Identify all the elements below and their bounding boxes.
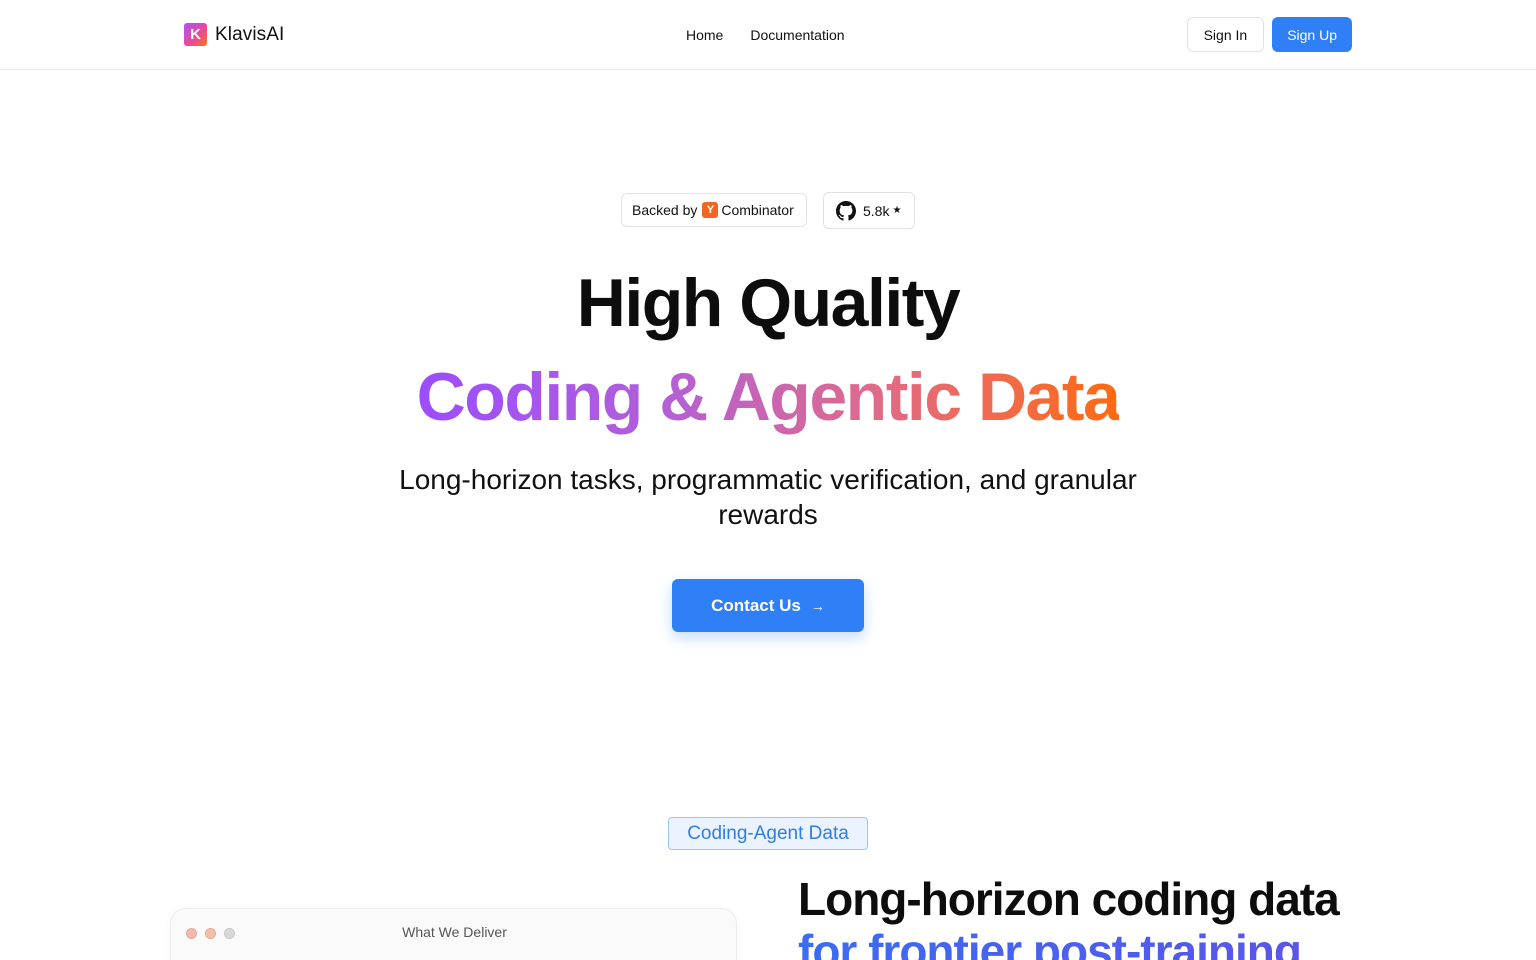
y-combinator-icon: Y xyxy=(702,202,719,218)
nav-home-link[interactable]: Home xyxy=(686,27,723,43)
section-heading-gradient: for frontier post-training xyxy=(798,924,1302,960)
section-heading-gradient-text: for frontier post-training xyxy=(798,925,1302,960)
sign-up-button[interactable]: Sign Up xyxy=(1272,17,1352,52)
github-stars-badge[interactable]: 5.8k ★ xyxy=(823,192,915,229)
nav-documentation-link[interactable]: Documentation xyxy=(750,27,844,43)
hero-subtitle: Long-horizon tasks, programmatic verific… xyxy=(399,464,1137,530)
star-icon: ★ xyxy=(892,205,902,216)
backed-by-label: Backed by xyxy=(632,202,698,218)
section-tag: Coding-Agent Data xyxy=(668,817,868,850)
auth-buttons: Sign In Sign Up xyxy=(1186,17,1352,52)
section-heading: Long-horizon coding data xyxy=(798,873,1340,925)
brand-logo-link[interactable]: K KlavisAI xyxy=(184,23,284,46)
brand-name: KlavisAI xyxy=(215,23,285,45)
github-icon xyxy=(836,200,856,221)
brand-logo-icon: K xyxy=(184,23,207,46)
hero-gradient-title: Coding & Agentic Data xyxy=(0,358,1536,436)
sign-in-button[interactable]: Sign In xyxy=(1186,17,1265,52)
window-title: What We Deliver xyxy=(402,924,507,940)
hero-badges: Backed by Y Combinator 5.8k ★ xyxy=(621,192,915,229)
main-nav: Home Documentation xyxy=(686,27,845,43)
arrow-right-icon: → xyxy=(810,597,825,614)
yc-backed-badge[interactable]: Backed by Y Combinator xyxy=(621,193,807,227)
top-navbar: K KlavisAI Home Documentation Sign In Si… xyxy=(0,0,1536,70)
hero-title: High Quality xyxy=(576,265,961,341)
contact-us-label: Contact Us xyxy=(711,595,801,615)
deliverables-window: What We Deliver xyxy=(170,908,737,960)
combinator-label: Combinator xyxy=(721,202,794,218)
contact-us-button[interactable]: Contact Us → xyxy=(672,579,864,632)
github-stars-count: 5.8k xyxy=(863,202,890,219)
hero-gradient-text: Coding & Agentic Data xyxy=(416,359,1121,435)
